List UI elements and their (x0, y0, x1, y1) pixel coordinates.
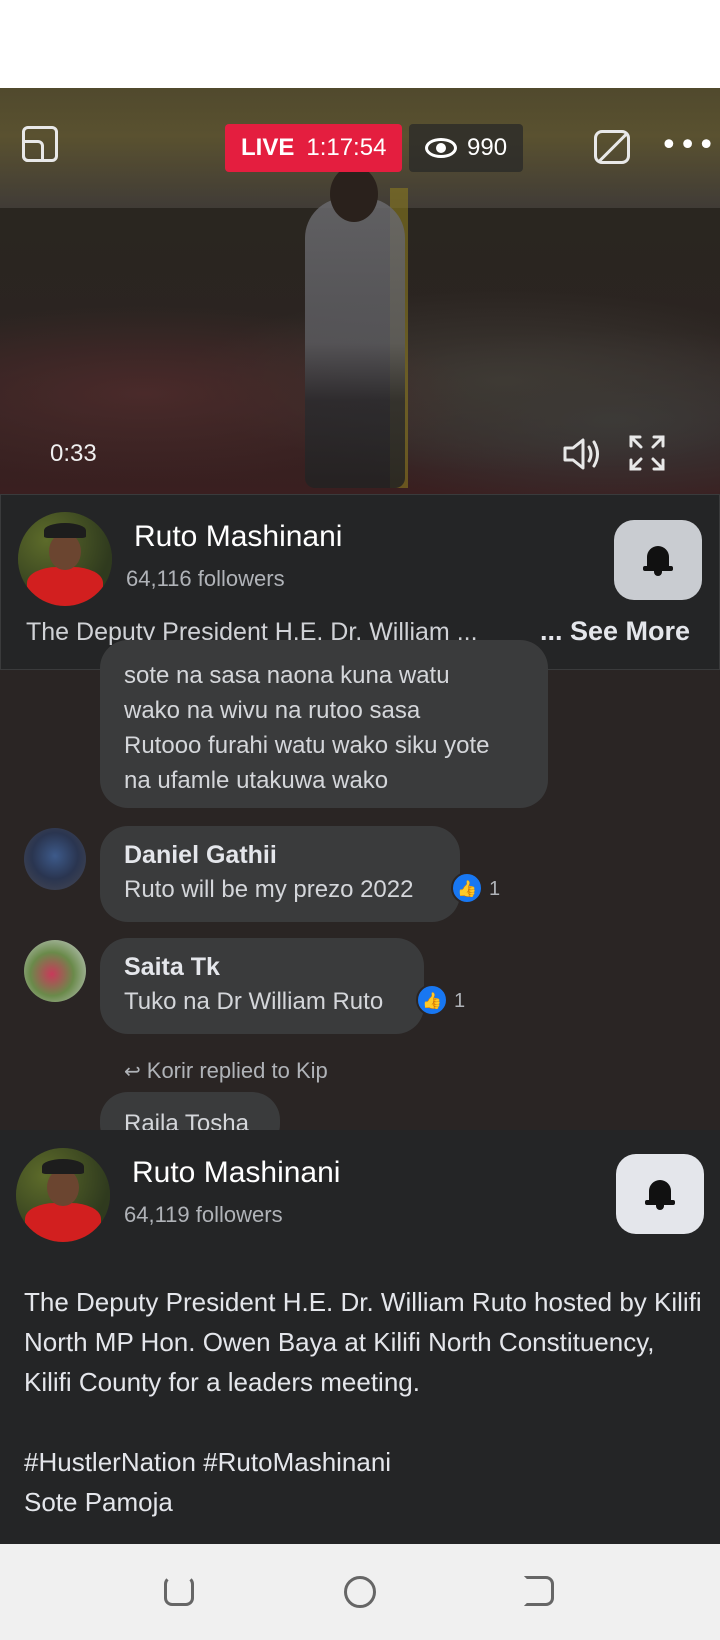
page-followers: 64,119 followers (124, 1202, 283, 1227)
comment-off-icon[interactable] (594, 130, 630, 164)
comment-bubble[interactable]: sote na sasa naona kuna watu wako na wiv… (100, 640, 548, 808)
reply-note-text: Korir replied to Kip (146, 1058, 328, 1083)
volume-icon[interactable] (562, 436, 604, 472)
comment-author[interactable]: Daniel Gathii (124, 838, 436, 872)
picture-in-picture-icon[interactable] (22, 126, 58, 162)
eye-icon (425, 138, 457, 158)
comment-text: Tuko na Dr William Ruto (124, 988, 384, 1015)
more-icon[interactable]: ••• (660, 131, 716, 161)
viewer-count-badge: 990 (409, 124, 524, 172)
comment-line: Rutooo furahi watu wako siku yote (124, 732, 490, 759)
page-followers: 64,116 followers (126, 566, 285, 591)
elapsed-time: 0:33 (50, 440, 97, 467)
live-badge: LIVE 1:17:54 (225, 124, 403, 172)
nav-home-icon[interactable] (344, 1576, 376, 1608)
nav-back-icon[interactable] (524, 1576, 554, 1606)
like-icon: 👍 (451, 872, 483, 904)
viewer-count: 990 (467, 134, 508, 161)
reply-icon: ↩ (124, 1061, 141, 1083)
reply-note[interactable]: ↩ Korir replied to Kip (124, 1058, 328, 1084)
comment-line: wako na wivu na rutoo sasa (124, 697, 421, 724)
nav-recent-icon[interactable] (164, 1576, 194, 1606)
bell-icon (645, 1178, 675, 1210)
video-speaker (305, 198, 405, 488)
comment-line: sote na sasa naona kuna watu (124, 662, 450, 689)
bell-icon (643, 544, 673, 576)
comment-bubble[interactable]: Saita Tk Tuko na Dr William Ruto (100, 938, 424, 1034)
comment-text: Ruto will be my prezo 2022 (124, 876, 414, 903)
page-avatar[interactable] (16, 1148, 110, 1242)
comment-line: na ufamle utakuwa wako (124, 767, 389, 794)
comment-bubble[interactable]: Daniel Gathii Ruto will be my prezo 2022 (100, 826, 460, 922)
see-more-link[interactable]: ... See More (540, 616, 690, 647)
like-count: 1 (454, 990, 466, 1012)
notification-bell-button[interactable] (616, 1154, 704, 1234)
post-description: The Deputy President H.E. Dr. William Ru… (24, 1287, 702, 1517)
like-icon: 👍 (416, 984, 448, 1016)
page-avatar[interactable] (18, 512, 112, 606)
commenter-avatar[interactable] (24, 828, 86, 890)
notification-bell-button[interactable] (614, 520, 702, 600)
page-name[interactable]: Ruto Mashinani (134, 520, 342, 554)
commenter-avatar[interactable] (24, 940, 86, 1002)
live-label: LIVE (241, 134, 295, 161)
fullscreen-icon[interactable] (628, 434, 666, 472)
live-duration: 1:17:54 (306, 134, 387, 161)
status-bar (0, 0, 720, 88)
comment-author[interactable]: Saita Tk (124, 950, 400, 984)
page-name[interactable]: Ruto Mashinani (132, 1156, 340, 1190)
like-count: 1 (489, 878, 501, 900)
video-speaker-head (330, 166, 378, 222)
